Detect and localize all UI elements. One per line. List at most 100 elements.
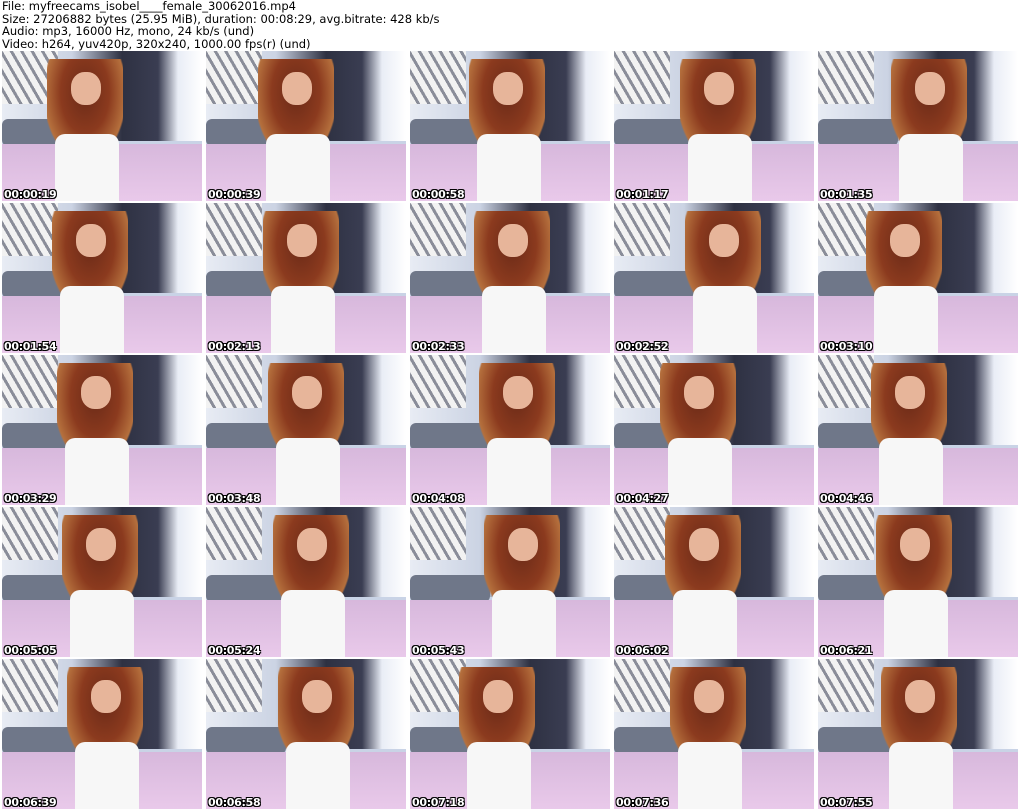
person-top [75, 741, 139, 809]
video-info: Video: h264, yuv420p, 320x240, 1000.00 f… [2, 36, 311, 51]
timestamp: 00:07:18 [412, 796, 465, 809]
person-face [684, 376, 714, 409]
timestamp: 00:04:27 [616, 492, 669, 505]
person-face [71, 72, 101, 105]
timestamp: 00:02:33 [412, 340, 465, 353]
timestamp: 00:01:54 [4, 340, 57, 353]
person-top [60, 285, 124, 353]
person-face [483, 680, 513, 713]
video-thumbnail: 00:01:54 [2, 203, 202, 353]
timestamp: 00:06:39 [4, 796, 57, 809]
timestamp: 00:07:36 [616, 796, 669, 809]
video-thumbnail: 00:03:29 [2, 355, 202, 505]
person-top [678, 741, 742, 809]
timestamp: 00:00:58 [412, 188, 465, 201]
person-face [709, 224, 739, 257]
person-top [271, 285, 335, 353]
person-face [91, 680, 121, 713]
headboard [2, 355, 58, 408]
person-top [673, 589, 737, 657]
pillow [614, 270, 694, 298]
person-face [905, 680, 935, 713]
person-face [297, 528, 327, 561]
timestamp: 00:01:17 [616, 188, 669, 201]
person-face [915, 72, 945, 105]
person-face [282, 72, 312, 105]
person-face [81, 376, 111, 409]
video-thumbnail: 00:06:02 [614, 507, 814, 657]
timestamp: 00:00:19 [4, 188, 57, 201]
timestamp: 00:07:55 [820, 796, 873, 809]
audio-info: Audio: mp3, 16000 Hz, mono, 24 kb/s (und… [2, 24, 255, 38]
video-thumbnail: 00:05:43 [410, 507, 610, 657]
timestamp: 00:01:35 [820, 188, 873, 201]
video-thumbnail: 00:02:33 [410, 203, 610, 353]
video-thumbnail: 00:05:24 [206, 507, 406, 657]
person-top [266, 133, 330, 201]
person-top [492, 589, 556, 657]
video-thumbnail: 00:02:13 [206, 203, 406, 353]
timestamp: 00:06:58 [208, 796, 261, 809]
timestamp: 00:04:46 [820, 492, 873, 505]
video-thumbnail: 00:00:39 [206, 51, 406, 201]
headboard [410, 507, 466, 560]
person-face [302, 680, 332, 713]
video-thumbnail: 00:06:58 [206, 659, 406, 809]
timestamp: 00:03:29 [4, 492, 57, 505]
headboard [614, 51, 670, 104]
video-thumbnail: 00:03:10 [818, 203, 1018, 353]
person-face [503, 376, 533, 409]
video-thumbnail: 00:00:58 [410, 51, 610, 201]
headboard [206, 203, 262, 256]
headboard [206, 659, 262, 712]
timestamp: 00:00:39 [208, 188, 261, 201]
headboard [614, 203, 670, 256]
person-top [55, 133, 119, 201]
timestamp: 00:06:02 [616, 644, 669, 657]
timestamp: 00:02:13 [208, 340, 261, 353]
person-face [704, 72, 734, 105]
person-face [287, 224, 317, 257]
timestamp: 00:03:10 [820, 340, 873, 353]
person-top [70, 589, 134, 657]
video-thumbnail: 00:04:08 [410, 355, 610, 505]
video-thumbnail: 00:07:18 [410, 659, 610, 809]
headboard [2, 203, 58, 256]
headboard [818, 51, 874, 104]
timestamp: 00:04:08 [412, 492, 465, 505]
person-face [493, 72, 523, 105]
video-thumbnail: 00:06:21 [818, 507, 1018, 657]
headboard [206, 51, 262, 104]
person-face [498, 224, 528, 257]
person-face [895, 376, 925, 409]
timestamp: 00:02:52 [616, 340, 669, 353]
headboard [410, 51, 466, 104]
headboard [410, 203, 466, 256]
headboard [206, 355, 262, 408]
person-face [694, 680, 724, 713]
video-thumbnail: 00:03:48 [206, 355, 406, 505]
person-face [508, 528, 538, 561]
headboard [2, 507, 58, 560]
headboard [410, 659, 466, 712]
headboard [818, 659, 874, 712]
person-top [487, 437, 551, 505]
pillow [410, 422, 490, 450]
person-top [281, 589, 345, 657]
person-top [668, 437, 732, 505]
video-thumbnail: 00:02:52 [614, 203, 814, 353]
pillow [206, 726, 286, 754]
person-top [889, 741, 953, 809]
person-top [276, 437, 340, 505]
timestamp: 00:03:48 [208, 492, 261, 505]
video-thumbnail: 00:01:17 [614, 51, 814, 201]
person-top [467, 741, 531, 809]
person-top [874, 285, 938, 353]
person-top [477, 133, 541, 201]
video-thumbnail: 00:04:27 [614, 355, 814, 505]
person-face [689, 528, 719, 561]
person-top [693, 285, 757, 353]
timestamp: 00:05:24 [208, 644, 261, 657]
person-top [482, 285, 546, 353]
thumbnail-grid: 00:00:19 00:00:39 00:00:58 00:01:17 00:01:35… [2, 51, 1018, 809]
